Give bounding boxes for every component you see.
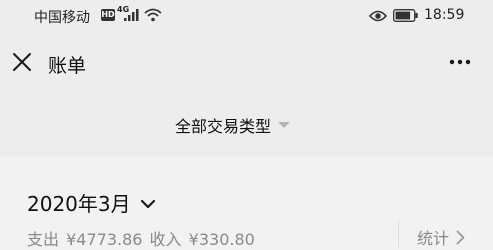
divider <box>398 220 399 247</box>
filter-bar: 全部交易类型 <box>0 94 493 156</box>
eye-icon <box>369 10 387 22</box>
carrier-name: 中国移动 <box>34 10 90 26</box>
stats-button[interactable]: 统计 <box>417 225 465 249</box>
more-button[interactable] <box>440 46 480 78</box>
totals: 支出 ¥4773.86 收入 ¥330.80 <box>27 226 257 250</box>
income-label: 收入 <box>149 230 182 249</box>
close-button[interactable] <box>6 46 38 78</box>
status-bar: 中国移动 HD 4G 18:59 <box>0 0 493 32</box>
filter-label: 全部交易类型 <box>175 117 272 136</box>
chevron-right-icon <box>456 230 465 244</box>
signal-icon <box>124 9 139 21</box>
wifi-icon <box>144 8 162 22</box>
month-selector[interactable]: 2020年3月 <box>27 188 156 217</box>
chevron-down-icon <box>140 199 155 209</box>
hd-badge: HD <box>101 9 115 21</box>
nav-bar: 账单 <box>0 32 493 94</box>
battery-icon <box>393 9 418 22</box>
expense-label: 支出 <box>27 230 60 249</box>
caret-down-icon <box>278 122 291 128</box>
month-summary: 2020年3月 支出 ¥4773.86 收入 ¥330.80 统计 <box>0 166 493 250</box>
expense-value: ¥4773.86 <box>66 230 143 249</box>
month-label: 2020年3月 <box>27 192 131 216</box>
page-title: 账单 <box>48 55 87 77</box>
income-value: ¥330.80 <box>188 230 255 249</box>
close-icon <box>13 53 31 71</box>
transaction-type-filter[interactable]: 全部交易类型 <box>175 112 291 138</box>
more-icon <box>449 59 471 65</box>
clock: 18:59 <box>424 7 465 23</box>
stats-label: 统计 <box>417 229 450 248</box>
